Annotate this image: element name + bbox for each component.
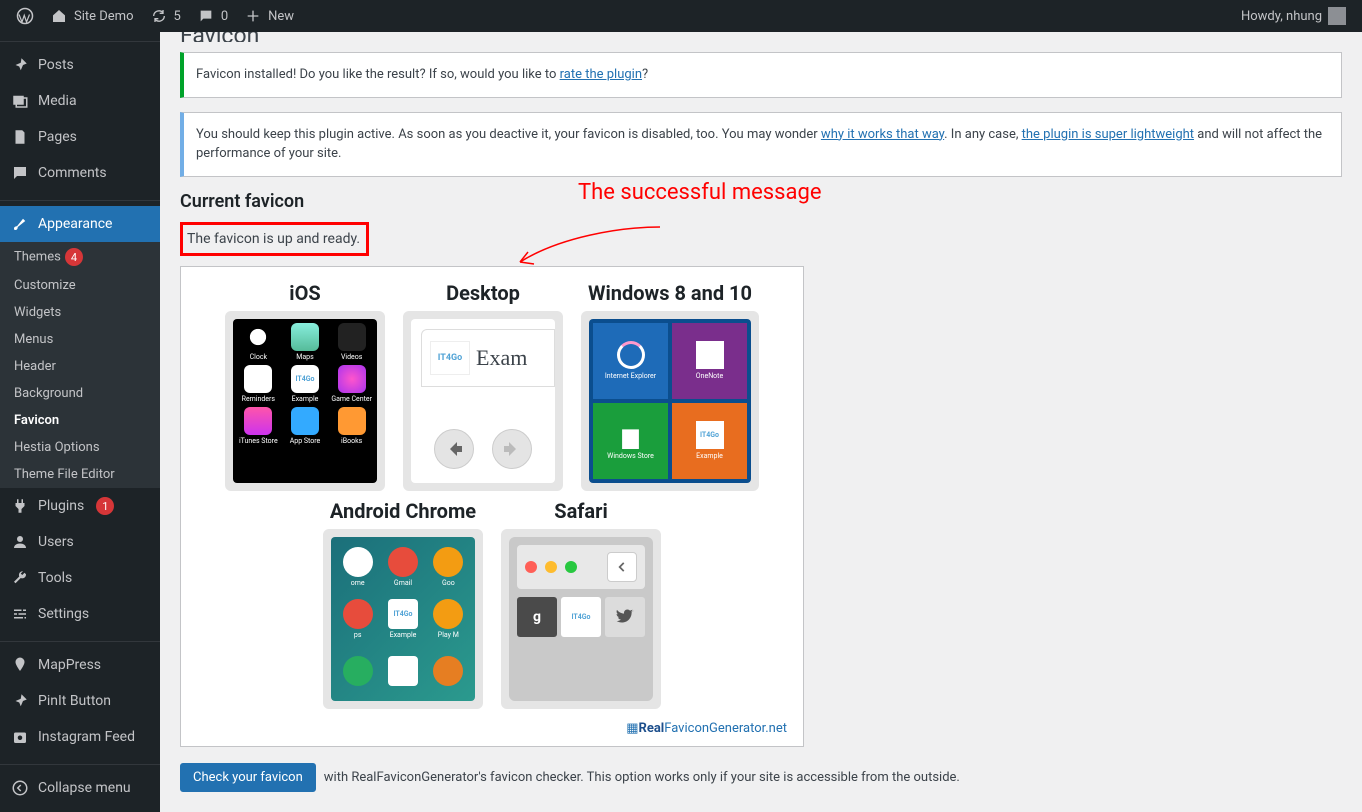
arrow-left-icon xyxy=(434,429,474,469)
check-favicon-text: with RealFaviconGenerator's favicon chec… xyxy=(324,770,960,785)
menu-pinit[interactable]: PinIt Button xyxy=(0,683,160,719)
comments-link[interactable]: 0 xyxy=(189,0,236,32)
pinit-icon xyxy=(10,691,30,711)
notice-success: Favicon installed! Do you like the resul… xyxy=(180,52,1342,98)
preview-desktop: Desktop IT4GoExam xyxy=(403,281,563,491)
favicon-preview-box: iOS Clock Maps Videos Reminders IT4GoExa… xyxy=(180,266,804,747)
submenu-customize[interactable]: Customize xyxy=(0,272,160,299)
menu-tools[interactable]: Tools xyxy=(0,560,160,596)
submenu-favicon[interactable]: Favicon xyxy=(0,407,160,434)
updates-count: 5 xyxy=(174,9,181,24)
submenu-themes[interactable]: Themes4 xyxy=(0,242,160,272)
favicon-status: The favicon is up and ready. xyxy=(180,222,369,256)
menu-instagram[interactable]: Instagram Feed xyxy=(0,719,160,755)
menu-pages[interactable]: Pages xyxy=(0,119,160,155)
preview-safari: Safari g IT4Go xyxy=(501,499,661,709)
why-link[interactable]: why it works that way xyxy=(821,127,944,142)
android-grid: ome Gmail Goo ps IT4GoExample Play M xyxy=(331,537,475,701)
desktop-browser: IT4GoExam xyxy=(411,319,555,483)
submenu-background[interactable]: Background xyxy=(0,380,160,407)
notice-info: You should keep this plugin active. As s… xyxy=(180,112,1342,177)
menu-plugins[interactable]: Plugins1 xyxy=(0,488,160,524)
user-icon xyxy=(10,532,30,552)
new-label: New xyxy=(268,9,294,24)
plus-icon xyxy=(244,7,262,25)
menu-appearance[interactable]: Appearance xyxy=(0,206,160,242)
page-title: Favicon xyxy=(180,32,1342,42)
pin-icon xyxy=(10,55,30,75)
lightweight-link[interactable]: the plugin is super lightweight xyxy=(1022,127,1194,142)
updates-link[interactable]: 5 xyxy=(142,0,189,32)
safari-window: g IT4Go xyxy=(509,537,653,701)
collapse-menu[interactable]: Collapse menu xyxy=(0,770,160,806)
rfg-link[interactable]: ▦RealFaviconGenerator.net xyxy=(191,717,793,742)
comments-count: 0 xyxy=(221,9,228,24)
chevron-left-icon xyxy=(607,552,637,582)
windows-tiles: Internet Explorer OneNote Windows Store … xyxy=(589,319,751,483)
plugin-icon xyxy=(10,496,30,516)
menu-media[interactable]: Media xyxy=(0,83,160,119)
rate-plugin-link[interactable]: rate the plugin xyxy=(560,67,642,82)
ios-grid: Clock Maps Videos Reminders IT4GoExample… xyxy=(233,319,377,483)
annotation-arrow xyxy=(510,222,670,272)
submenu-editor[interactable]: Theme File Editor xyxy=(0,461,160,488)
annotation-label: The successful message xyxy=(578,180,822,205)
preview-android: Android Chrome ome Gmail Goo ps IT4GoExa… xyxy=(323,499,483,709)
home-icon xyxy=(50,7,68,25)
check-favicon-button[interactable]: Check your favicon xyxy=(180,763,316,792)
location-icon xyxy=(10,655,30,675)
submenu-widgets[interactable]: Widgets xyxy=(0,299,160,326)
menu-users[interactable]: Users xyxy=(0,524,160,560)
preview-ios: iOS Clock Maps Videos Reminders IT4GoExa… xyxy=(225,281,385,491)
account-link[interactable]: Howdy, nhung xyxy=(1241,7,1354,25)
submenu-header[interactable]: Header xyxy=(0,353,160,380)
media-icon xyxy=(10,91,30,111)
menu-mappress[interactable]: MapPress xyxy=(0,647,160,683)
main-content: Favicon Favicon installed! Do you like t… xyxy=(160,32,1362,812)
plugins-badge: 1 xyxy=(96,497,114,515)
submenu-menus[interactable]: Menus xyxy=(0,326,160,353)
wordpress-icon xyxy=(16,7,34,25)
sliders-icon xyxy=(10,604,30,624)
menu-comments[interactable]: Comments xyxy=(0,155,160,191)
comment-icon xyxy=(197,7,215,25)
site-name: Site Demo xyxy=(74,9,134,24)
refresh-icon xyxy=(150,7,168,25)
submenu-hestia[interactable]: Hestia Options xyxy=(0,434,160,461)
avatar xyxy=(1328,7,1346,25)
new-content-link[interactable]: New xyxy=(236,0,302,32)
preview-windows: Windows 8 and 10 Internet Explorer OneNo… xyxy=(581,281,759,491)
menu-posts[interactable]: Posts xyxy=(0,47,160,83)
brush-icon xyxy=(10,214,30,234)
wrench-icon xyxy=(10,568,30,588)
wp-logo[interactable] xyxy=(8,0,42,32)
howdy-text: Howdy, nhung xyxy=(1241,9,1322,24)
collapse-icon xyxy=(10,778,30,798)
themes-badge: 4 xyxy=(65,248,83,266)
arrow-right-icon xyxy=(492,429,532,469)
site-name-link[interactable]: Site Demo xyxy=(42,0,142,32)
page-icon xyxy=(10,127,30,147)
admin-sidebar: Posts Media Pages Comments Appearance Th… xyxy=(0,32,160,812)
camera-icon xyxy=(10,727,30,747)
menu-settings[interactable]: Settings xyxy=(0,596,160,632)
twitter-icon xyxy=(605,597,645,637)
submenu-appearance: Themes4 Customize Widgets Menus Header B… xyxy=(0,242,160,488)
admin-toolbar: Site Demo 5 0 New Howdy, nhung xyxy=(0,0,1362,32)
comment-icon xyxy=(10,163,30,183)
